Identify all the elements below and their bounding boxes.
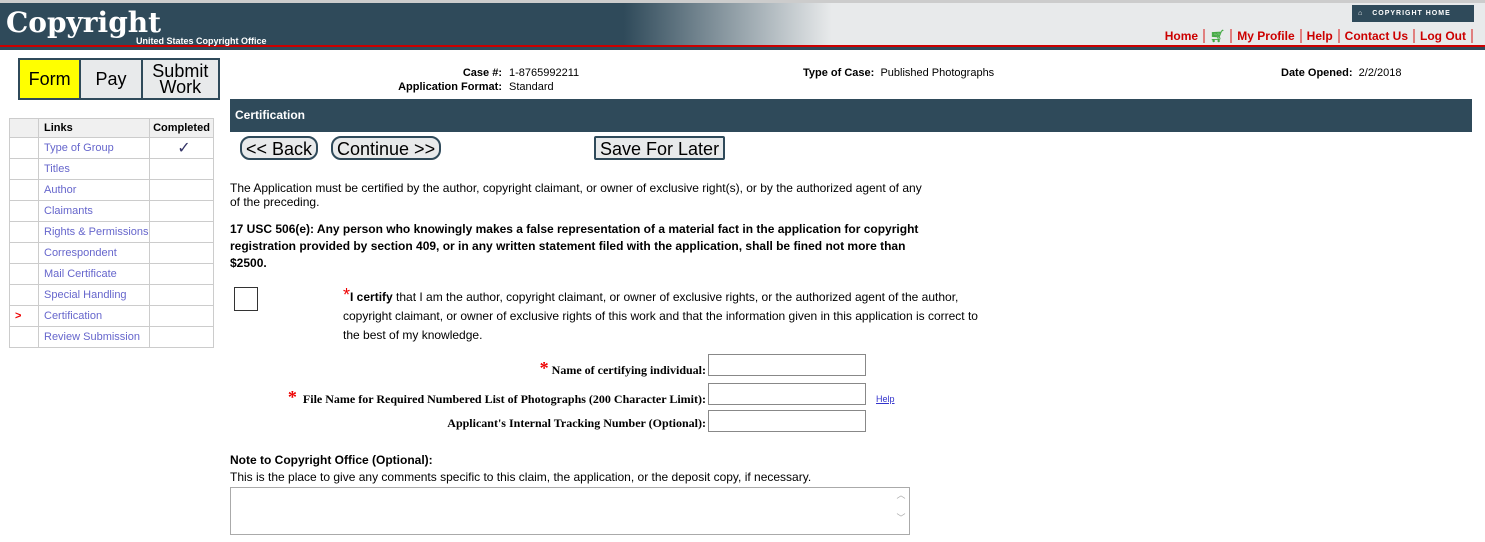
contact-us-link[interactable]: Contact Us (1339, 29, 1416, 43)
nav-type-of-group[interactable]: Type of Group (44, 142, 114, 154)
nav-review-submission[interactable]: Review Submission (44, 331, 140, 343)
false-representation-warning: 17 USC 506(e): Any person who knowingly … (230, 222, 919, 270)
file-name-label: * File Name for Required Numbered List o… (287, 387, 706, 407)
nav-certification[interactable]: Certification (44, 310, 102, 322)
workflow-tabs: Form Pay Submit Work (18, 58, 220, 100)
copyright-home-button[interactable]: ⌂ COPYRIGHT HOME (1352, 5, 1474, 22)
continue-button[interactable]: Continue >> (331, 136, 442, 160)
current-arrow-icon: > (9, 305, 39, 327)
case-number: 1-8765992211 (509, 67, 580, 79)
nav-titles[interactable]: Titles (44, 163, 70, 175)
log-out-link[interactable]: Log Out (1415, 29, 1473, 43)
help-link-file[interactable]: Help (876, 394, 895, 404)
textarea-scrollbar[interactable]: ︿ ﹀ (893, 488, 909, 534)
tab-submit-work[interactable]: Submit Work (142, 60, 218, 98)
section-title: Certification (230, 99, 1472, 132)
nav-claimants[interactable]: Claimants (44, 205, 93, 217)
case-label: Case #: (462, 67, 502, 79)
sidebar-nav: Links Completed Type of Group ✓ Titles Aut… (9, 118, 214, 348)
logo-subtitle: United States Copyright Office (136, 36, 267, 46)
check-icon: ✓ (149, 137, 214, 159)
certify-checkbox[interactable] (234, 287, 258, 311)
back-button[interactable]: << Back (240, 136, 319, 160)
note-textarea[interactable]: ︿ ﹀ (230, 487, 910, 535)
note-title: Note to Copyright Office (Optional): (230, 453, 433, 467)
tracking-number-input[interactable] (708, 410, 866, 432)
cart-icon[interactable]: 🛒︎ (1205, 29, 1233, 43)
type-label: Type of Case: (803, 67, 875, 79)
application-format: Standard (509, 81, 554, 93)
tab-form[interactable]: Form (20, 60, 80, 98)
note-description: This is the place to give any comments s… (230, 470, 812, 484)
copyright-logo[interactable]: Copyright (6, 6, 161, 39)
format-label: Application Format: (398, 81, 502, 93)
nav-author[interactable]: Author (44, 184, 76, 196)
completed-header: Completed (149, 118, 214, 138)
my-profile-link[interactable]: My Profile (1232, 29, 1302, 43)
file-name-input[interactable] (708, 383, 866, 405)
nav-correspondent[interactable]: Correspondent (44, 247, 117, 259)
type-of-case: Published Photographs (880, 67, 995, 79)
certification-intro: The Application must be certified by the… (230, 181, 922, 209)
required-star-icon: * (343, 285, 351, 305)
nav-rights-permissions[interactable]: Rights & Permissions (44, 226, 149, 238)
certify-bold: I certify (350, 290, 393, 304)
date-opened: 2/2/2018 (1358, 67, 1402, 79)
certifying-name-input[interactable] (708, 354, 866, 376)
house-icon: ⌂ (1358, 10, 1364, 17)
help-link[interactable]: Help (1301, 29, 1340, 43)
name-label: * Name of certifying individual: (539, 358, 706, 378)
date-label: Date Opened: (1281, 67, 1353, 79)
save-for-later-button[interactable]: Save For Later (594, 136, 726, 160)
nav-special-handling[interactable]: Special Handling (44, 289, 127, 301)
header-bar (0, 47, 1485, 50)
links-header: Links (38, 118, 150, 138)
certify-statement: *I certify that I am the author, copyrig… (343, 286, 993, 345)
home-link[interactable]: Home (1159, 29, 1206, 43)
nav-mail-certificate[interactable]: Mail Certificate (44, 268, 117, 280)
certify-text: that I am the author, copyright claimant… (343, 290, 978, 342)
top-links: Home 🛒︎ My Profile Help Contact Us Log Out (1159, 29, 1473, 43)
tab-pay[interactable]: Pay (81, 60, 141, 98)
tracking-label: Applicant's Internal Tracking Number (Op… (447, 416, 706, 430)
copyright-home-label: COPYRIGHT HOME (1372, 10, 1451, 17)
